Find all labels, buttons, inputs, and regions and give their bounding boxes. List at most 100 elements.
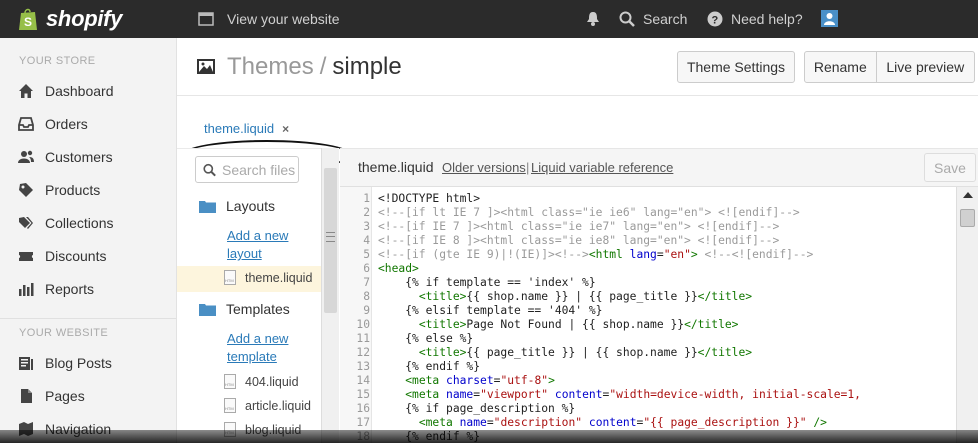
code-token: <!--<![endif]--> — [697, 248, 814, 261]
notifications-button[interactable] — [585, 0, 609, 38]
code-token: "width=device-width, initial-scale=1, — [609, 388, 861, 401]
code-token: content — [554, 388, 603, 401]
sidebar-item-reports[interactable]: Reports — [18, 278, 94, 300]
line-number: 15 — [356, 388, 370, 401]
code-line[interactable]: 14 <meta charset="utf-8"> — [340, 374, 956, 388]
shopify-bag-icon: S — [19, 8, 37, 30]
view-website-link[interactable]: View your website — [198, 0, 340, 38]
line-content: <title>Page Not Found | {{ shop.name }}<… — [378, 318, 739, 332]
view-website-label: View your website — [227, 11, 340, 27]
shopify-logo[interactable]: S shopify — [18, 6, 122, 32]
file-panel-scrollbar[interactable] — [321, 148, 339, 443]
search-button[interactable]: Search — [619, 0, 687, 38]
code-token: <!--[if IE 7 ]><html class="ie ie7" lang… — [378, 220, 780, 233]
liquid-reference-link[interactable]: Liquid variable reference — [531, 160, 673, 175]
code-line[interactable]: 1 <!DOCTYPE html> — [340, 192, 956, 206]
reports-icon — [19, 283, 34, 296]
sidebar-item-discounts[interactable]: Discounts — [18, 245, 106, 267]
sidebar-item-orders[interactable]: Orders — [18, 113, 88, 135]
file-label: 404.liquid — [245, 374, 299, 389]
code-line[interactable]: 4 <!--[if IE 8 ]><html class="ie ie8" lan… — [340, 234, 956, 248]
live-preview-button[interactable]: Live preview — [877, 52, 974, 82]
line-content: <!--[if IE 7 ]><html class="ie ie7" lang… — [378, 220, 779, 234]
breadcrumb-themes[interactable]: Themes — [227, 53, 314, 80]
sidebar-item-collections[interactable]: Collections — [18, 212, 113, 234]
code-token: {% if template == 'index' %} — [378, 276, 596, 289]
line-number: 6 — [363, 262, 370, 275]
code-line[interactable]: 17 <meta name="description" content="{{ … — [340, 416, 956, 430]
folder-label: Layouts — [226, 198, 276, 214]
save-button[interactable]: Save — [924, 153, 976, 182]
inbox-icon — [18, 117, 34, 131]
code-editor[interactable]: 1 <!DOCTYPE html> 2 <!--[if lt IE 7 ]><html… — [340, 187, 956, 443]
code-token: charset — [446, 374, 494, 387]
code-line[interactable]: 6 <head> — [340, 262, 956, 276]
rename-button[interactable]: Rename — [805, 52, 876, 82]
code-line[interactable]: 10 <title>Page Not Found | {{ shop.name … — [340, 318, 956, 332]
sidebar-item-pages[interactable]: Pages — [18, 385, 85, 407]
code-line[interactable]: 8 <title>{{ shop.name }} | {{ page_title… — [340, 290, 956, 304]
code-line[interactable]: 12 <title>{{ page_title }} | {{ shop.nam… — [340, 346, 956, 360]
file-search[interactable] — [195, 156, 299, 183]
folder-templates[interactable]: Templates — [199, 301, 290, 317]
code-token: "viewport" — [480, 388, 549, 401]
code-token: <title> — [418, 318, 467, 331]
home-icon — [19, 84, 33, 98]
code-token: /> — [806, 416, 827, 429]
code-line[interactable]: 15 <meta name="viewport" content="width=… — [340, 388, 956, 402]
add-layout-link[interactable]: Add a new layout — [227, 227, 307, 263]
sidebar-item-dashboard[interactable]: Dashboard — [18, 80, 114, 102]
line-content: <head> — [378, 262, 419, 276]
svg-text:S: S — [24, 15, 32, 29]
editor-filename: theme.liquid — [358, 159, 434, 175]
file-item-404[interactable]: 404.liquid — [224, 374, 299, 389]
code-line[interactable]: 11 {% else %} — [340, 332, 956, 346]
line-number: 13 — [356, 360, 370, 373]
line-number: 7 — [363, 276, 370, 289]
file-search-input[interactable] — [222, 161, 298, 178]
file-item-theme-liquid[interactable]: theme.liquid — [224, 270, 312, 285]
scroll-up-icon[interactable] — [963, 192, 973, 198]
help-button[interactable]: ? Need help? — [707, 0, 803, 38]
line-number: 9 — [363, 304, 370, 317]
sidebar-item-customers[interactable]: Customers — [18, 146, 113, 168]
code-line[interactable]: 13 {% endif %} — [340, 360, 956, 374]
line-content: <!--[if lt IE 7 ]><html class="ie ie6" l… — [378, 206, 800, 220]
editor-scrollbar[interactable] — [956, 187, 978, 443]
sidebar-item-blog-posts[interactable]: Blog Posts — [18, 352, 112, 374]
discounts-icon — [19, 252, 33, 261]
close-tab-icon[interactable]: × — [282, 122, 289, 136]
bell-icon — [587, 12, 599, 26]
collections-icon — [19, 217, 33, 229]
window-icon — [198, 12, 214, 26]
code-token: > — [548, 374, 555, 387]
line-content: {% else %} — [378, 332, 473, 346]
search-label: Search — [643, 11, 688, 27]
brand-name: shopify — [46, 6, 123, 31]
code-line[interactable]: 9 {% elsif template == '404' %} — [340, 304, 956, 318]
folder-layouts[interactable]: Layouts — [199, 198, 275, 214]
scrollbar-thumb[interactable] — [960, 209, 975, 227]
code-line[interactable]: 3 <!--[if IE 7 ]><html class="ie ie7" lan… — [340, 220, 956, 234]
code-token: <!--[if IE 8 ]><html class="ie ie8" lang… — [378, 234, 780, 247]
user-avatar[interactable] — [821, 10, 838, 27]
theme-settings-button[interactable]: Theme Settings — [677, 51, 795, 83]
sidebar-item-products[interactable]: Products — [18, 179, 100, 201]
add-template-link[interactable]: Add a new template — [227, 330, 307, 366]
code-line[interactable]: 5 <!--[if (gte IE 9)|!(IE)]><!--><html la… — [340, 248, 956, 262]
code-line[interactable]: 7 {% if template == 'index' %} — [340, 276, 956, 290]
line-number: 2 — [363, 206, 370, 219]
file-item-article[interactable]: article.liquid — [224, 398, 311, 413]
code-token: {% else %} — [378, 332, 474, 345]
older-versions-link[interactable]: Older versions — [442, 160, 526, 175]
file-browser: Layouts Add a new layout theme.liquid Te… — [177, 148, 321, 443]
line-content: <!--[if (gte IE 9)|!(IE)]><!--><html lan… — [378, 248, 813, 262]
tab-theme-liquid[interactable]: theme.liquid × — [182, 121, 352, 170]
code-line[interactable]: 16 {% if page_description %} — [340, 402, 956, 416]
sidebar-heading-website: YOUR WEBSITE — [19, 327, 109, 339]
code-line[interactable]: 2 <!--[if lt IE 7 ]><html class="ie ie6" … — [340, 206, 956, 220]
code-token: {% if page_description %} — [378, 402, 576, 415]
folder-label: Templates — [226, 301, 290, 317]
